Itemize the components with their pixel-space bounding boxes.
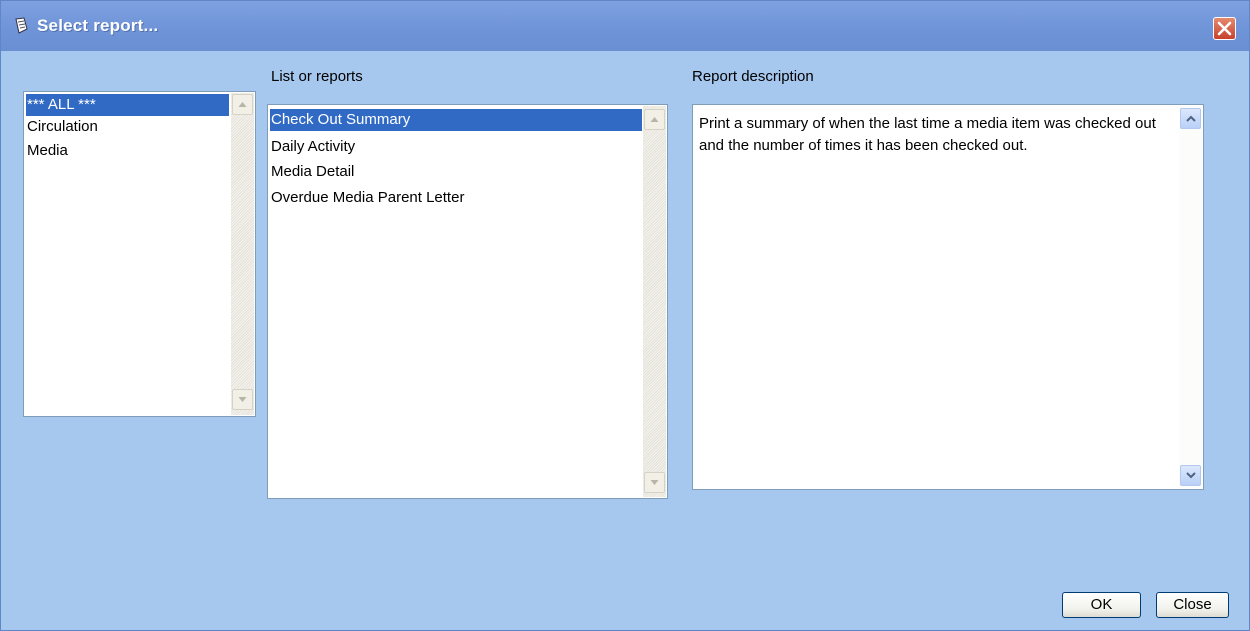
reports-scrollbar[interactable] bbox=[643, 106, 666, 497]
description-box[interactable]: Print a summary of when the last time a … bbox=[692, 104, 1204, 490]
scroll-down-arrow-icon[interactable] bbox=[232, 389, 253, 410]
report-item[interactable]: Overdue Media Parent Letter bbox=[270, 187, 642, 209]
window-title: Select report... bbox=[37, 16, 159, 35]
reports-list[interactable]: Check Out Summary Daily Activity Media D… bbox=[267, 104, 668, 499]
category-item[interactable]: Circulation bbox=[26, 116, 229, 138]
category-item[interactable]: Media bbox=[26, 140, 229, 162]
scroll-down-arrow-icon[interactable] bbox=[644, 472, 665, 493]
scroll-up-arrow-icon[interactable] bbox=[644, 109, 665, 130]
category-scrollbar[interactable] bbox=[231, 93, 254, 415]
close-icon[interactable] bbox=[1213, 17, 1236, 40]
description-scrollbar[interactable] bbox=[1179, 106, 1202, 488]
report-item[interactable]: Daily Activity bbox=[270, 136, 642, 158]
description-text: Print a summary of when the last time a … bbox=[699, 115, 1156, 154]
report-item[interactable]: Media Detail bbox=[270, 161, 642, 183]
category-item[interactable]: *** ALL *** bbox=[26, 94, 229, 116]
scroll-up-arrow-icon[interactable] bbox=[1180, 108, 1201, 129]
scroll-up-arrow-icon[interactable] bbox=[232, 94, 253, 115]
ok-button[interactable]: OK bbox=[1062, 592, 1141, 618]
category-list[interactable]: *** ALL *** Circulation Media bbox=[23, 91, 256, 417]
select-report-dialog: Select report... *** ALL *** Circulation… bbox=[0, 0, 1250, 631]
close-button[interactable]: Close bbox=[1156, 592, 1229, 618]
scroll-down-arrow-icon[interactable] bbox=[1180, 465, 1201, 486]
description-label: Report description bbox=[692, 68, 814, 85]
report-item[interactable]: Check Out Summary bbox=[270, 109, 642, 131]
title-bar[interactable]: Select report... bbox=[1, 1, 1249, 51]
reports-label: List or reports bbox=[271, 68, 363, 85]
report-icon bbox=[13, 17, 29, 35]
